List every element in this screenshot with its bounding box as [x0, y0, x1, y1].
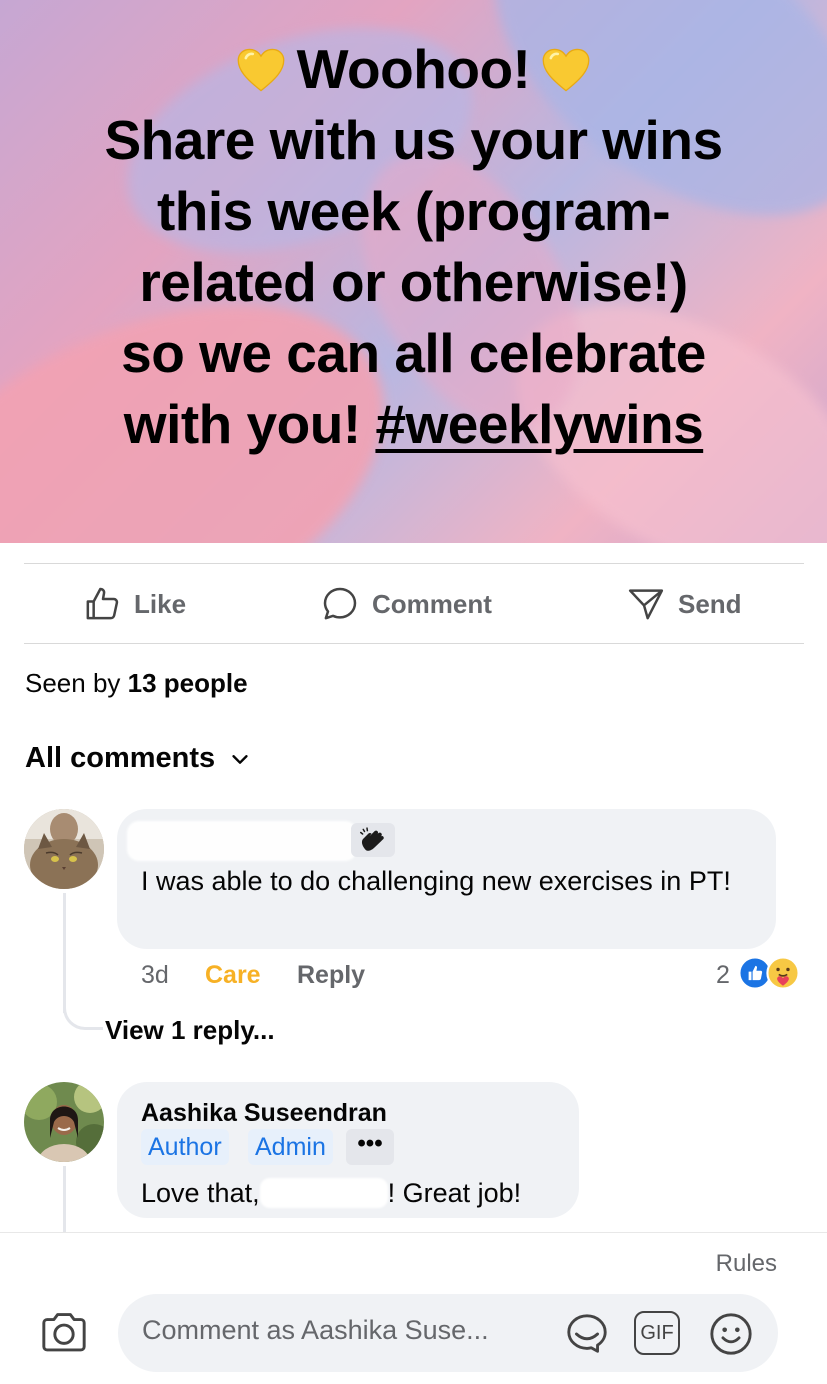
post-line-1: Woohoo!: [296, 38, 531, 100]
comment-button[interactable]: Comment: [320, 564, 492, 644]
care-reaction-button[interactable]: Care: [205, 961, 261, 990]
redacted-name: [259, 1178, 388, 1208]
reaction-count[interactable]: 2: [716, 961, 730, 990]
comments-filter-dropdown[interactable]: All comments: [25, 742, 251, 775]
thread-line: [63, 1166, 66, 1232]
send-button[interactable]: Send: [626, 564, 742, 644]
admin-badge: Admin: [248, 1129, 333, 1165]
seen-by-count: 13 people: [127, 668, 248, 698]
comment-label: Comment: [372, 588, 492, 619]
cat-photo-avatar: [24, 809, 104, 889]
like-label: Like: [134, 588, 187, 619]
comment-text: Love that, ! Great job!: [141, 1173, 521, 1213]
post-line-4: related or otherwise!): [139, 251, 688, 313]
view-replies-link[interactable]: View 1 reply...: [105, 1015, 275, 1046]
author-badge: Author: [141, 1129, 229, 1165]
seen-by-prefix: Seen by: [25, 668, 128, 698]
reaction-icons[interactable]: [738, 956, 800, 990]
comment-bubble[interactable]: I was able to do challenging new exercis…: [117, 809, 776, 949]
comment-bubble[interactable]: Aashika Suseendran Author Admin ••• Love…: [117, 1082, 579, 1218]
more-badges-button[interactable]: •••: [346, 1129, 394, 1165]
yellow-heart-icon: [542, 48, 590, 92]
comment-input[interactable]: [142, 1315, 562, 1346]
comment-text: I was able to do challenging new exercis…: [141, 866, 731, 896]
divider: [24, 643, 804, 644]
avatar[interactable]: [24, 1082, 104, 1162]
waving-hand-icon: [360, 827, 384, 851]
comments-filter-label: All comments: [25, 742, 216, 774]
camera-icon[interactable]: [40, 1310, 88, 1354]
avatar[interactable]: [24, 809, 104, 889]
comment-author-name[interactable]: Aashika Suseendran: [141, 1099, 387, 1128]
hashtag-link[interactable]: #weeklywins: [375, 393, 703, 455]
seen-by-text[interactable]: Seen by 13 people: [25, 668, 248, 699]
post-text: Woohoo! Share with us your wins this wee…: [0, 34, 827, 460]
comment-text-start: Love that,: [141, 1178, 260, 1208]
gif-label: GIF: [640, 1322, 674, 1344]
send-icon: [628, 589, 664, 620]
post-line-3: this week (program-: [156, 180, 671, 242]
gif-button[interactable]: GIF: [634, 1311, 680, 1355]
comment-composer[interactable]: GIF: [118, 1294, 778, 1372]
post-banner: Woohoo! Share with us your wins this wee…: [0, 0, 827, 543]
emoji-icon[interactable]: [708, 1311, 754, 1357]
post-actions: Like Comment Send: [24, 564, 804, 644]
chevron-down-icon: [232, 754, 248, 764]
redacted-author-name: [127, 821, 357, 861]
sticker-icon[interactable]: [564, 1311, 610, 1357]
comment-timestamp[interactable]: 3d: [141, 961, 169, 990]
rules-link[interactable]: Rules: [716, 1250, 777, 1278]
post-line-6: with you!: [123, 393, 376, 455]
profile-photo-avatar: [24, 1082, 104, 1162]
thumbs-up-icon: [86, 587, 119, 620]
comment-bubble-icon: [323, 587, 357, 620]
reply-button[interactable]: Reply: [297, 961, 365, 990]
like-button[interactable]: Like: [82, 564, 186, 644]
post-line-5: so we can all celebrate: [121, 322, 706, 384]
author-badge: [351, 823, 395, 857]
send-label: Send: [678, 588, 742, 619]
yellow-heart-icon: [237, 48, 285, 92]
comment-text-end: ! Great job!: [387, 1178, 522, 1208]
thread-connector: [63, 990, 103, 1030]
care-reaction-icon: [766, 956, 800, 990]
post-line-2: Share with us your wins: [104, 109, 723, 171]
